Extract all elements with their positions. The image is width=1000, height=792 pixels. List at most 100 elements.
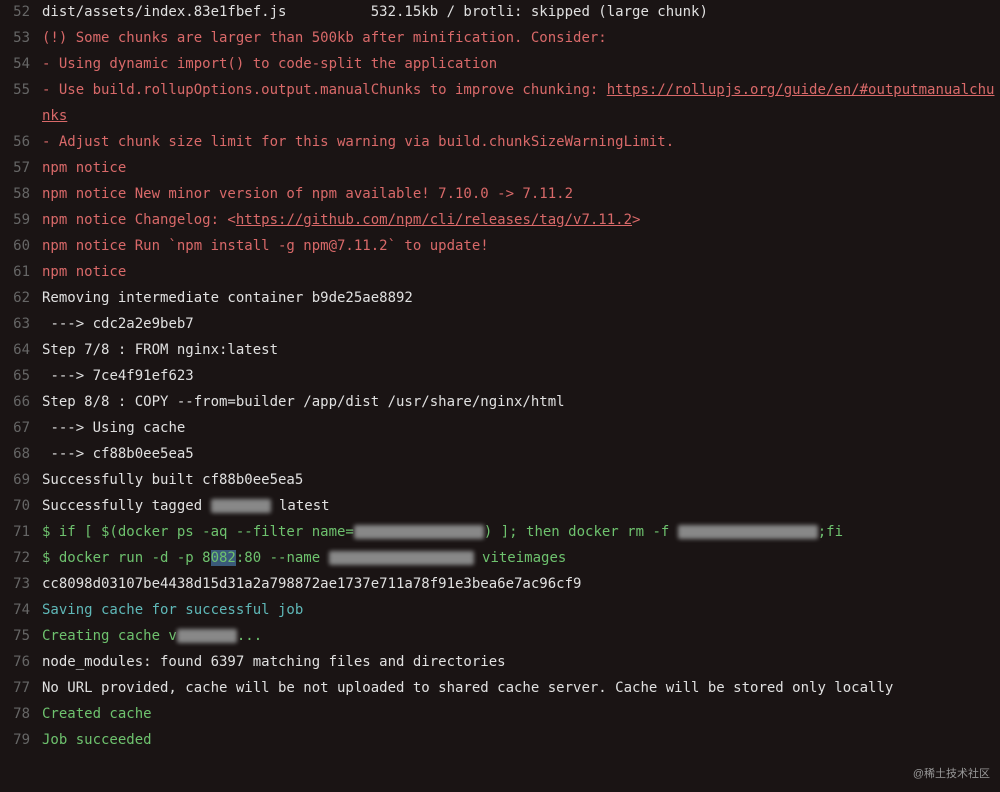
line-number: 60	[0, 234, 42, 260]
line-content: cc8098d03107be4438d15d31a2a798872ae1737e…	[42, 572, 1000, 598]
log-text: $ if [ $(docker ps -aq --filter name=	[42, 524, 354, 540]
log-line: 71$ if [ $(docker ps -aq --filter name=.…	[0, 520, 1000, 546]
line-number: 69	[0, 468, 42, 494]
log-text: cc8098d03107be4438d15d31a2a798872ae1737e…	[42, 576, 581, 592]
line-content: Successfully tagged . latest	[42, 494, 1000, 520]
log-text: - Use build.rollupOptions.output.manualC…	[42, 82, 607, 98]
line-number: 56	[0, 130, 42, 156]
line-number: 71	[0, 520, 42, 546]
log-text: Step 7/8 : FROM nginx:latest	[42, 342, 278, 358]
line-number: 62	[0, 286, 42, 312]
line-number: 74	[0, 598, 42, 624]
line-content: Removing intermediate container b9de25ae…	[42, 286, 1000, 312]
log-line: 60npm notice Run `npm install -g npm@7.1…	[0, 234, 1000, 260]
line-content: $ if [ $(docker ps -aq --filter name=.) …	[42, 520, 1000, 546]
line-number: 78	[0, 702, 42, 728]
line-number: 70	[0, 494, 42, 520]
line-content: npm notice	[42, 260, 1000, 286]
log-text: Saving cache for successful job	[42, 602, 303, 618]
log-link[interactable]: https://github.com/npm/cli/releases/tag/…	[236, 212, 632, 228]
line-content: Created cache	[42, 702, 1000, 728]
log-text: 082	[211, 550, 236, 566]
line-content: ---> Using cache	[42, 416, 1000, 442]
log-line: 74Saving cache for successful job	[0, 598, 1000, 624]
log-text: ) ]; then docker rm -f	[484, 524, 678, 540]
line-content: ---> cdc2a2e9beb7	[42, 312, 1000, 338]
log-text: viteimages	[474, 550, 567, 566]
log-line: 75Creating cache v....	[0, 624, 1000, 650]
line-number: 68	[0, 442, 42, 468]
log-text: ---> 7ce4f91ef623	[42, 368, 194, 384]
log-text: node_modules: found 6397 matching files …	[42, 654, 506, 670]
log-line: 78Created cache	[0, 702, 1000, 728]
line-number: 76	[0, 650, 42, 676]
line-number: 61	[0, 260, 42, 286]
line-content: node_modules: found 6397 matching files …	[42, 650, 1000, 676]
line-number: 54	[0, 52, 42, 78]
line-content: npm notice New minor version of npm avai…	[42, 182, 1000, 208]
log-line: 77No URL provided, cache will be not upl…	[0, 676, 1000, 702]
log-text: ;fi	[818, 524, 843, 540]
line-number: 79	[0, 728, 42, 754]
line-content: - Adjust chunk size limit for this warni…	[42, 130, 1000, 156]
watermark: @稀土技术社区	[913, 764, 990, 784]
log-text: Successfully tagged	[42, 498, 211, 514]
redacted-text: .	[211, 499, 271, 513]
log-text: npm notice	[42, 160, 126, 176]
line-content: Creating cache v....	[42, 624, 1000, 650]
line-number: 59	[0, 208, 42, 234]
log-line: 67 ---> Using cache	[0, 416, 1000, 442]
line-content: Successfully built cf88b0ee5ea5	[42, 468, 1000, 494]
line-number: 57	[0, 156, 42, 182]
log-text: - Using dynamic import() to code-split t…	[42, 56, 497, 72]
log-text: Successfully built cf88b0ee5ea5	[42, 472, 303, 488]
log-line: 61npm notice	[0, 260, 1000, 286]
log-line: 70Successfully tagged . latest	[0, 494, 1000, 520]
terminal-log[interactable]: 52dist/assets/index.83e1fbef.js 532.15kb…	[0, 0, 1000, 754]
log-text: Removing intermediate container b9de25ae…	[42, 290, 413, 306]
log-text: Created cache	[42, 706, 152, 722]
log-text: :80 --name	[236, 550, 329, 566]
line-content: npm notice Changelog: <https://github.co…	[42, 208, 1000, 234]
log-text: ---> cf88b0ee5ea5	[42, 446, 194, 462]
log-line: 69Successfully built cf88b0ee5ea5	[0, 468, 1000, 494]
log-line: 64Step 7/8 : FROM nginx:latest	[0, 338, 1000, 364]
log-text: - Adjust chunk size limit for this warni…	[42, 134, 674, 150]
log-text: $ docker run -d -p 8	[42, 550, 211, 566]
redacted-text: .	[354, 525, 484, 539]
log-line: 55- Use build.rollupOptions.output.manua…	[0, 78, 1000, 130]
line-content: npm notice Run `npm install -g npm@7.11.…	[42, 234, 1000, 260]
log-text: Job succeeded	[42, 732, 152, 748]
log-text: npm notice New minor version of npm avai…	[42, 186, 573, 202]
log-line: 54- Using dynamic import() to code-split…	[0, 52, 1000, 78]
log-line: 72$ docker run -d -p 8082:80 --name . vi…	[0, 546, 1000, 572]
line-content: - Using dynamic import() to code-split t…	[42, 52, 1000, 78]
log-text: ...	[237, 628, 262, 644]
log-text: dist/assets/index.83e1fbef.js 532.15kb /…	[42, 4, 708, 20]
log-line: 65 ---> 7ce4f91ef623	[0, 364, 1000, 390]
log-text: ---> cdc2a2e9beb7	[42, 316, 194, 332]
log-line: 58npm notice New minor version of npm av…	[0, 182, 1000, 208]
log-line: 68 ---> cf88b0ee5ea5	[0, 442, 1000, 468]
line-content: ---> 7ce4f91ef623	[42, 364, 1000, 390]
line-number: 67	[0, 416, 42, 442]
line-number: 73	[0, 572, 42, 598]
log-text: (!) Some chunks are larger than 500kb af…	[42, 30, 607, 46]
line-number: 72	[0, 546, 42, 572]
redacted-text: .	[177, 629, 237, 643]
line-content: Saving cache for successful job	[42, 598, 1000, 624]
log-line: 53(!) Some chunks are larger than 500kb …	[0, 26, 1000, 52]
log-line: 52dist/assets/index.83e1fbef.js 532.15kb…	[0, 0, 1000, 26]
line-number: 77	[0, 676, 42, 702]
line-content: ---> cf88b0ee5ea5	[42, 442, 1000, 468]
log-line: 56- Adjust chunk size limit for this war…	[0, 130, 1000, 156]
log-text: Creating cache v	[42, 628, 177, 644]
line-number: 58	[0, 182, 42, 208]
redacted-text: .	[678, 525, 818, 539]
line-number: 52	[0, 0, 42, 26]
log-line: 57npm notice	[0, 156, 1000, 182]
line-content: dist/assets/index.83e1fbef.js 532.15kb /…	[42, 0, 1000, 26]
line-content: Job succeeded	[42, 728, 1000, 754]
log-line: 79Job succeeded	[0, 728, 1000, 754]
line-content: Step 8/8 : COPY --from=builder /app/dist…	[42, 390, 1000, 416]
